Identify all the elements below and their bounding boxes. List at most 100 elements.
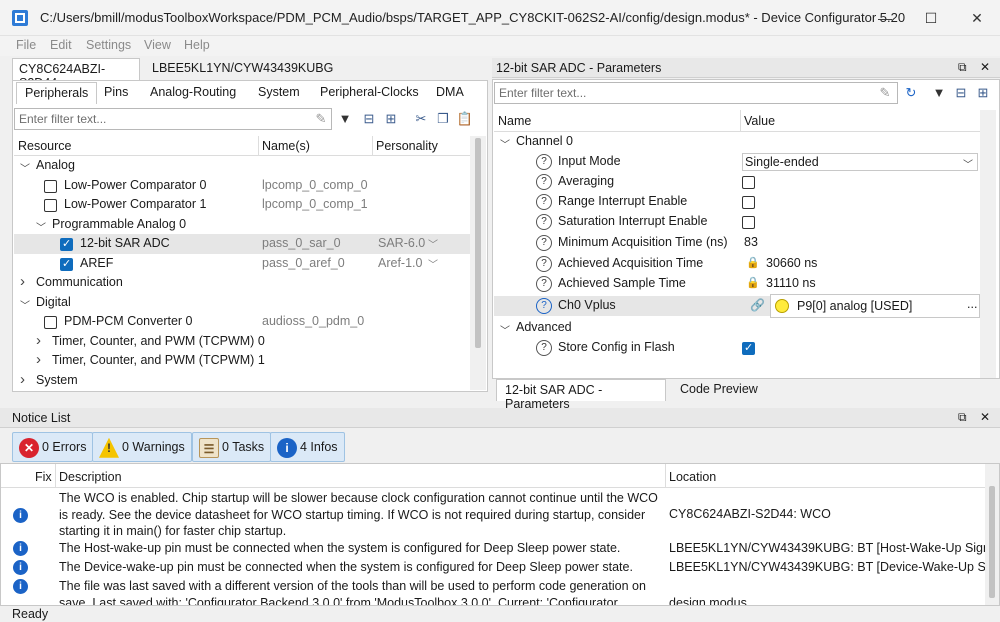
resource-row[interactable]: ﹀ Digital: [14, 293, 470, 313]
menu-edit[interactable]: Edit: [50, 38, 72, 52]
checkbox-unchecked[interactable]: [742, 216, 755, 229]
chevron-down-icon[interactable]: ﹀: [963, 156, 973, 171]
notice-row[interactable]: i The file was last saved with a differen…: [1, 578, 985, 605]
param-row[interactable]: ? Minimum Acquisition Time (ns) 83: [494, 233, 980, 253]
filter-error[interactable]: ✕ 0 Errors: [12, 432, 94, 462]
section-channel-0[interactable]: ﹀ Channel 0: [494, 132, 980, 152]
chevron-down-icon[interactable]: ﹀: [428, 256, 438, 271]
ch0-vplus-field[interactable]: P9[0] analog [USED]...: [770, 294, 980, 318]
tab-code-preview[interactable]: Code Preview: [672, 379, 766, 401]
help-icon[interactable]: ?: [536, 340, 552, 356]
help-icon[interactable]: ?: [536, 214, 552, 230]
checkbox-unchecked[interactable]: [44, 179, 57, 193]
param-row[interactable]: ? Ch0 Vplus 🔗 P9[0] analog [USED]...: [494, 294, 980, 318]
checkbox-unchecked[interactable]: [742, 196, 755, 209]
menu-help[interactable]: Help: [184, 38, 210, 52]
param-row[interactable]: ? Averaging: [494, 172, 980, 192]
clear-params-filter-icon[interactable]: ✎: [876, 84, 894, 102]
menu-file[interactable]: File: [16, 38, 36, 52]
help-icon[interactable]: ?: [536, 154, 552, 170]
menu-view[interactable]: View: [144, 38, 171, 52]
param-row[interactable]: ? Input Mode Single-ended ﹀: [494, 152, 980, 172]
tab-analog-routing[interactable]: Analog-Routing: [142, 82, 244, 104]
chevron-down-icon[interactable]: ﹀: [20, 160, 30, 175]
close-button[interactable]: ✕: [954, 0, 1000, 36]
tab-dma[interactable]: DMA: [428, 82, 472, 104]
params-filter-input[interactable]: Enter filter text...: [494, 82, 898, 104]
params-expand-icon[interactable]: ⊞: [974, 84, 992, 102]
personality-value[interactable]: Aref-1.0: [378, 256, 422, 270]
clear-filter-icon[interactable]: ✎: [312, 110, 330, 128]
section-advanced[interactable]: ﹀ Advanced: [494, 318, 980, 338]
left-filter-input[interactable]: Enter filter text...: [14, 108, 332, 130]
maximize-button[interactable]: ☐: [908, 0, 954, 36]
tab-peripheral-clocks[interactable]: Peripheral-Clocks: [312, 82, 427, 104]
checkbox-unchecked[interactable]: [44, 316, 57, 329]
checkbox-checked[interactable]: [60, 237, 73, 251]
menu-settings[interactable]: Settings: [86, 38, 131, 52]
resource-row[interactable]: AREF pass_0_aref_0 Aref-1.0 ﹀: [14, 254, 470, 274]
tab-pins[interactable]: Pins: [96, 82, 136, 104]
resource-row[interactable]: ﹀ Programmable Analog 0: [14, 215, 470, 235]
resource-row[interactable]: ﹀ Analog: [14, 156, 470, 176]
param-row[interactable]: ? Saturation Interrupt Enable: [494, 212, 980, 232]
resource-row[interactable]: 12-bit SAR ADC pass_0_sar_0 SAR-6.0﹀: [14, 234, 470, 254]
param-row[interactable]: ? Achieved Sample Time 🔒 31110 ns: [494, 274, 980, 294]
chevron-down-icon[interactable]: ﹀: [500, 136, 510, 151]
help-icon[interactable]: ?: [536, 174, 552, 190]
filter-icon[interactable]: ▼: [336, 110, 354, 128]
tab-device-cy8c624[interactable]: CY8C624ABZI-S2D44: [12, 58, 140, 90]
expand-all-icon[interactable]: ⊞: [382, 110, 400, 128]
param-row[interactable]: ? Achieved Acquisition Time 🔒 30660 ns: [494, 254, 980, 274]
filter-tasks[interactable]: ☰ 0 Tasks: [192, 432, 272, 462]
resource-row[interactable]: PDM-PCM Converter 0 audioss_0_pdm_0: [14, 312, 470, 332]
checkbox-unchecked[interactable]: [44, 199, 57, 212]
notice-scrollbar[interactable]: [985, 464, 999, 605]
checkbox-unchecked[interactable]: [742, 176, 755, 189]
paste-icon[interactable]: 📋: [456, 110, 474, 128]
chevron-down-icon[interactable]: ﹀: [500, 322, 510, 337]
restore-panel-icon[interactable]: ⧉: [958, 60, 967, 75]
resource-row[interactable]: › System: [14, 371, 470, 391]
tab-system[interactable]: System: [250, 82, 308, 104]
help-icon[interactable]: ?: [536, 194, 552, 210]
checkbox-checked[interactable]: [60, 257, 73, 271]
link-icon[interactable]: 🔗: [750, 298, 765, 312]
checkbox-checked[interactable]: [742, 341, 755, 355]
restore-notice-icon[interactable]: ⧉: [958, 410, 967, 425]
tree-scrollbar[interactable]: [470, 136, 486, 390]
params-scrollbar[interactable]: [980, 110, 996, 378]
notice-row[interactable]: i The WCO is enabled. Chip startup will b…: [1, 490, 985, 538]
param-row[interactable]: ? Store Config in Flash: [494, 338, 980, 358]
resource-row[interactable]: › Timer, Counter, and PWM (TCPWM) 1: [14, 351, 470, 371]
tab-device-lbee5kl1yn[interactable]: LBEE5KL1YN/CYW43439KUBG: [146, 58, 333, 80]
chevron-right-icon[interactable]: ›: [36, 332, 41, 349]
resource-row[interactable]: Low-Power Comparator 1 lpcomp_0_comp_1: [14, 195, 470, 215]
collapse-all-icon[interactable]: ⊟: [360, 110, 378, 128]
params-collapse-icon[interactable]: ⊟: [952, 84, 970, 102]
tab-peripherals[interactable]: Peripherals: [16, 82, 98, 104]
chevron-right-icon[interactable]: ›: [20, 273, 25, 290]
chevron-right-icon[interactable]: ›: [36, 351, 41, 368]
close-notice-icon[interactable]: ✕: [980, 410, 990, 424]
refresh-icon[interactable]: ↻: [902, 84, 920, 102]
notice-row[interactable]: i The Device-wake-up pin must be connecte…: [1, 559, 985, 577]
cut-icon[interactable]: ✂: [412, 110, 430, 128]
personality-value[interactable]: SAR-6.0: [378, 236, 425, 250]
filter-warning[interactable]: ! 0 Warnings: [92, 432, 192, 462]
help-icon[interactable]: ?: [536, 256, 552, 272]
resource-row[interactable]: › Timer, Counter, and PWM (TCPWM) 0: [14, 332, 470, 352]
chevron-down-icon[interactable]: ﹀: [428, 236, 438, 251]
input-mode-select[interactable]: Single-ended ﹀: [742, 153, 978, 171]
chevron-down-icon[interactable]: ﹀: [36, 219, 46, 234]
help-icon[interactable]: ?: [536, 276, 552, 292]
notice-row[interactable]: i The Host-wake-up pin must be connected …: [1, 540, 985, 558]
param-value[interactable]: 83: [744, 235, 758, 249]
resource-row[interactable]: › Communication: [14, 273, 470, 293]
copy-icon[interactable]: ❐: [434, 110, 452, 128]
help-icon[interactable]: ?: [536, 298, 552, 314]
params-filter-icon[interactable]: ▼: [930, 84, 948, 102]
help-icon[interactable]: ?: [536, 235, 552, 251]
chevron-right-icon[interactable]: ›: [20, 371, 25, 388]
more-button[interactable]: ...: [967, 297, 977, 311]
